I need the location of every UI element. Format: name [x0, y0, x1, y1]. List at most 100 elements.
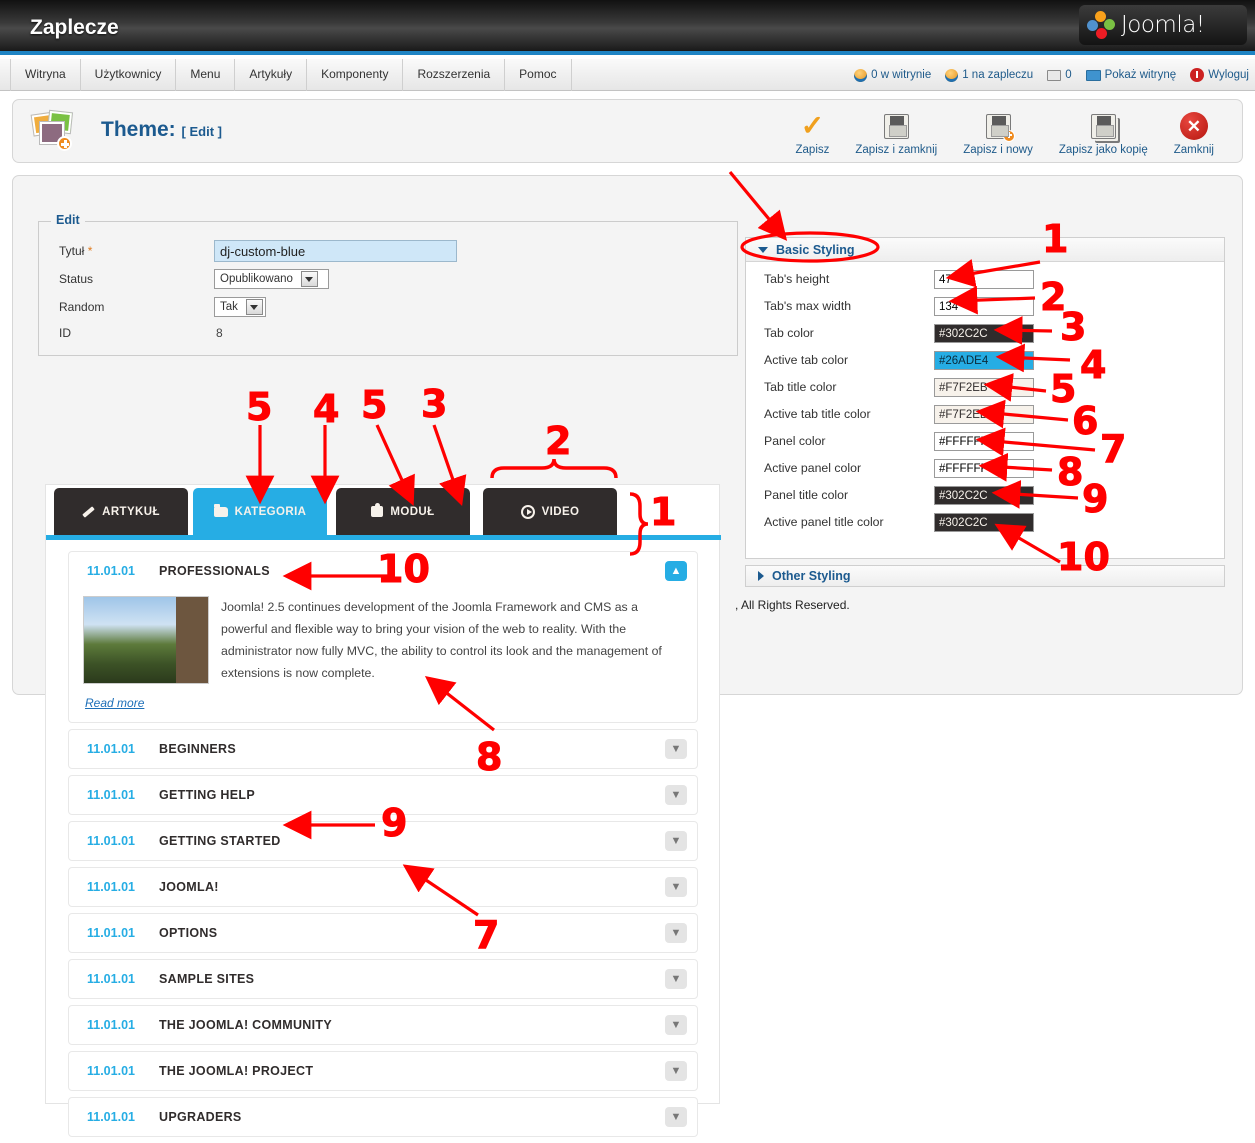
save-button[interactable]: ✓ Zapisz	[796, 109, 830, 157]
title-input[interactable]	[214, 240, 457, 262]
list-item: 11.01.01 PROFESSIONALS ▲ Joomla! 2.5 con…	[68, 551, 698, 723]
style-label-active-panel-title-color: Active panel title color	[764, 515, 884, 529]
item-title: THE JOOMLA! PROJECT	[159, 1064, 314, 1078]
accordion-header[interactable]: 11.01.01 OPTIONS ▼	[69, 914, 697, 952]
menu-item-witryna[interactable]: Witryna	[10, 59, 81, 91]
page-title-bar: Theme: [ Edit ] ✓ Zapisz Zapisz i zamkni…	[12, 99, 1243, 163]
active-tab-title-color-input[interactable]	[934, 405, 1034, 424]
active-panel-color-input[interactable]	[934, 459, 1034, 478]
read-more-link[interactable]: Read more	[85, 696, 144, 710]
chevron-down-icon	[245, 299, 263, 315]
joomla-mark-icon	[1087, 11, 1115, 39]
menu-item-artykuly[interactable]: Artykuły	[235, 59, 308, 91]
chevron-down-icon[interactable]: ▼	[665, 1107, 687, 1127]
tab-height-input[interactable]	[934, 270, 1034, 289]
status-select[interactable]: Opublikowano	[214, 269, 329, 289]
toolbar: ✓ Zapisz Zapisz i zamknij Zapisz i nowy …	[782, 105, 1228, 161]
tab-artykul-label: ARTYKUŁ	[102, 505, 160, 518]
status-visitors-label: 0 w witrynie	[871, 69, 932, 81]
save-and-new-button[interactable]: Zapisz i nowy	[963, 109, 1033, 156]
status-visitors[interactable]: 0 w witrynie	[854, 68, 932, 82]
tab-modul-label: MODUŁ	[390, 505, 435, 518]
chevron-down-icon[interactable]: ▼	[665, 739, 687, 759]
preview-site-label: Pokaż witrynę	[1104, 69, 1177, 81]
edit-fieldset-legend: Edit	[51, 213, 85, 227]
save-and-new-label: Zapisz i nowy	[963, 144, 1033, 156]
item-date: 11.01.01	[87, 926, 135, 940]
tab-video-label: VIDEO	[541, 505, 580, 518]
page-title: Theme: [ Edit ]	[101, 118, 222, 142]
chevron-down-icon[interactable]: ▼	[665, 831, 687, 851]
style-label-tab-height: Tab's height	[764, 272, 830, 286]
active-panel-title-color-input[interactable]	[934, 513, 1034, 532]
style-label-panel-title-color: Panel title color	[764, 488, 849, 502]
menu-item-uzytkownicy[interactable]: Użytkownicy	[81, 59, 177, 91]
status-messages[interactable]: 0	[1047, 69, 1072, 81]
field-label-title: Tytuł *	[59, 244, 93, 258]
article-thumbnail	[83, 596, 209, 684]
chevron-up-icon[interactable]: ▲	[665, 561, 687, 581]
status-admins[interactable]: 1 na zapleczu	[945, 68, 1033, 82]
list-item: 11.01.01 SAMPLE SITES ▼	[68, 959, 698, 999]
item-date: 11.01.01	[87, 880, 135, 894]
preview-site-link[interactable]: Pokaż witrynę	[1085, 69, 1177, 81]
panel-color-input[interactable]	[934, 432, 1034, 451]
tab-kategoria-label: KATEGORIA	[234, 505, 307, 518]
other-styling-header[interactable]: Other Styling	[745, 565, 1225, 587]
item-date: 11.01.01	[87, 742, 135, 756]
list-item: 11.01.01 OPTIONS ▼	[68, 913, 698, 953]
list-item: 11.01.01 GETTING HELP ▼	[68, 775, 698, 815]
logout-link[interactable]: Wyloguj	[1190, 68, 1249, 82]
item-title: OPTIONS	[159, 926, 218, 940]
chevron-down-icon[interactable]: ▼	[665, 923, 687, 943]
tab-modul[interactable]: MODUŁ	[336, 488, 470, 535]
edit-fieldset: Edit Tytuł * Status Opublikowano Random …	[38, 213, 738, 356]
accordion-header[interactable]: 11.01.01 BEGINNERS ▼	[69, 730, 697, 768]
save-as-copy-label: Zapisz jako kopię	[1058, 144, 1148, 156]
tab-video[interactable]: VIDEO	[483, 488, 617, 535]
accordion-header[interactable]: 11.01.01 SAMPLE SITES ▼	[69, 960, 697, 998]
panel-title-color-input[interactable]	[934, 486, 1034, 505]
item-title: PROFESSIONALS	[159, 564, 270, 578]
tab-max-width-input[interactable]	[934, 297, 1034, 316]
item-title: SAMPLE SITES	[159, 972, 255, 986]
folder-icon	[213, 503, 228, 517]
accordion-header[interactable]: 11.01.01 THE JOOMLA! PROJECT ▼	[69, 1052, 697, 1090]
style-label-tab-max-width: Tab's max width	[764, 299, 852, 313]
tab-artykul[interactable]: ARTYKUŁ	[54, 488, 188, 535]
tab-color-input[interactable]	[934, 324, 1034, 343]
menu-item-komponenty[interactable]: Komponenty	[307, 59, 404, 91]
accordion-header[interactable]: 11.01.01 JOOMLA! ▼	[69, 868, 697, 906]
save-as-copy-button[interactable]: Zapisz jako kopię	[1059, 109, 1148, 156]
menu-item-pomoc[interactable]: Pomoc	[505, 59, 572, 91]
accordion-header[interactable]: 11.01.01 THE JOOMLA! COMMUNITY ▼	[69, 1006, 697, 1044]
power-icon	[1190, 68, 1205, 82]
field-label-random: Random	[59, 300, 105, 314]
active-tab-color-input[interactable]	[934, 351, 1034, 370]
accordion-header[interactable]: 11.01.01 GETTING HELP ▼	[69, 776, 697, 814]
basic-styling-header-label: Basic Styling	[776, 242, 855, 257]
chevron-down-icon[interactable]: ▼	[665, 969, 687, 989]
accordion-header[interactable]: 11.01.01 PROFESSIONALS ▲	[69, 552, 697, 590]
style-label-active-panel-color: Active panel color	[764, 461, 862, 475]
chevron-down-icon[interactable]: ▼	[665, 1015, 687, 1035]
field-label-status: Status	[59, 272, 94, 286]
menu-item-rozszerzenia[interactable]: Rozszerzenia	[403, 59, 506, 91]
id-value: 8	[216, 326, 223, 340]
accordion-header[interactable]: 11.01.01 UPGRADERS ▼	[69, 1098, 697, 1136]
main-menu-bar: Witryna Użytkownicy Menu Artykuły Kompon…	[0, 59, 1255, 91]
chevron-down-icon[interactable]: ▼	[665, 877, 687, 897]
item-date: 11.01.01	[87, 788, 135, 802]
joomla-logo[interactable]: Joomla!	[1079, 5, 1247, 45]
close-button[interactable]: ✕ Zamknij	[1174, 109, 1214, 156]
menu-item-menu[interactable]: Menu	[176, 59, 236, 91]
basic-styling-header[interactable]: Basic Styling	[746, 238, 1224, 262]
accordion-header[interactable]: 11.01.01 GETTING STARTED ▼	[69, 822, 697, 860]
style-label-active-tab-title-color: Active tab title color	[764, 407, 871, 421]
chevron-down-icon[interactable]: ▼	[665, 1061, 687, 1081]
save-and-close-button[interactable]: Zapisz i zamknij	[855, 109, 937, 156]
chevron-down-icon[interactable]: ▼	[665, 785, 687, 805]
tab-kategoria[interactable]: KATEGORIA	[193, 488, 327, 535]
tab-title-color-input[interactable]	[934, 378, 1034, 397]
random-select[interactable]: Tak	[214, 297, 266, 317]
